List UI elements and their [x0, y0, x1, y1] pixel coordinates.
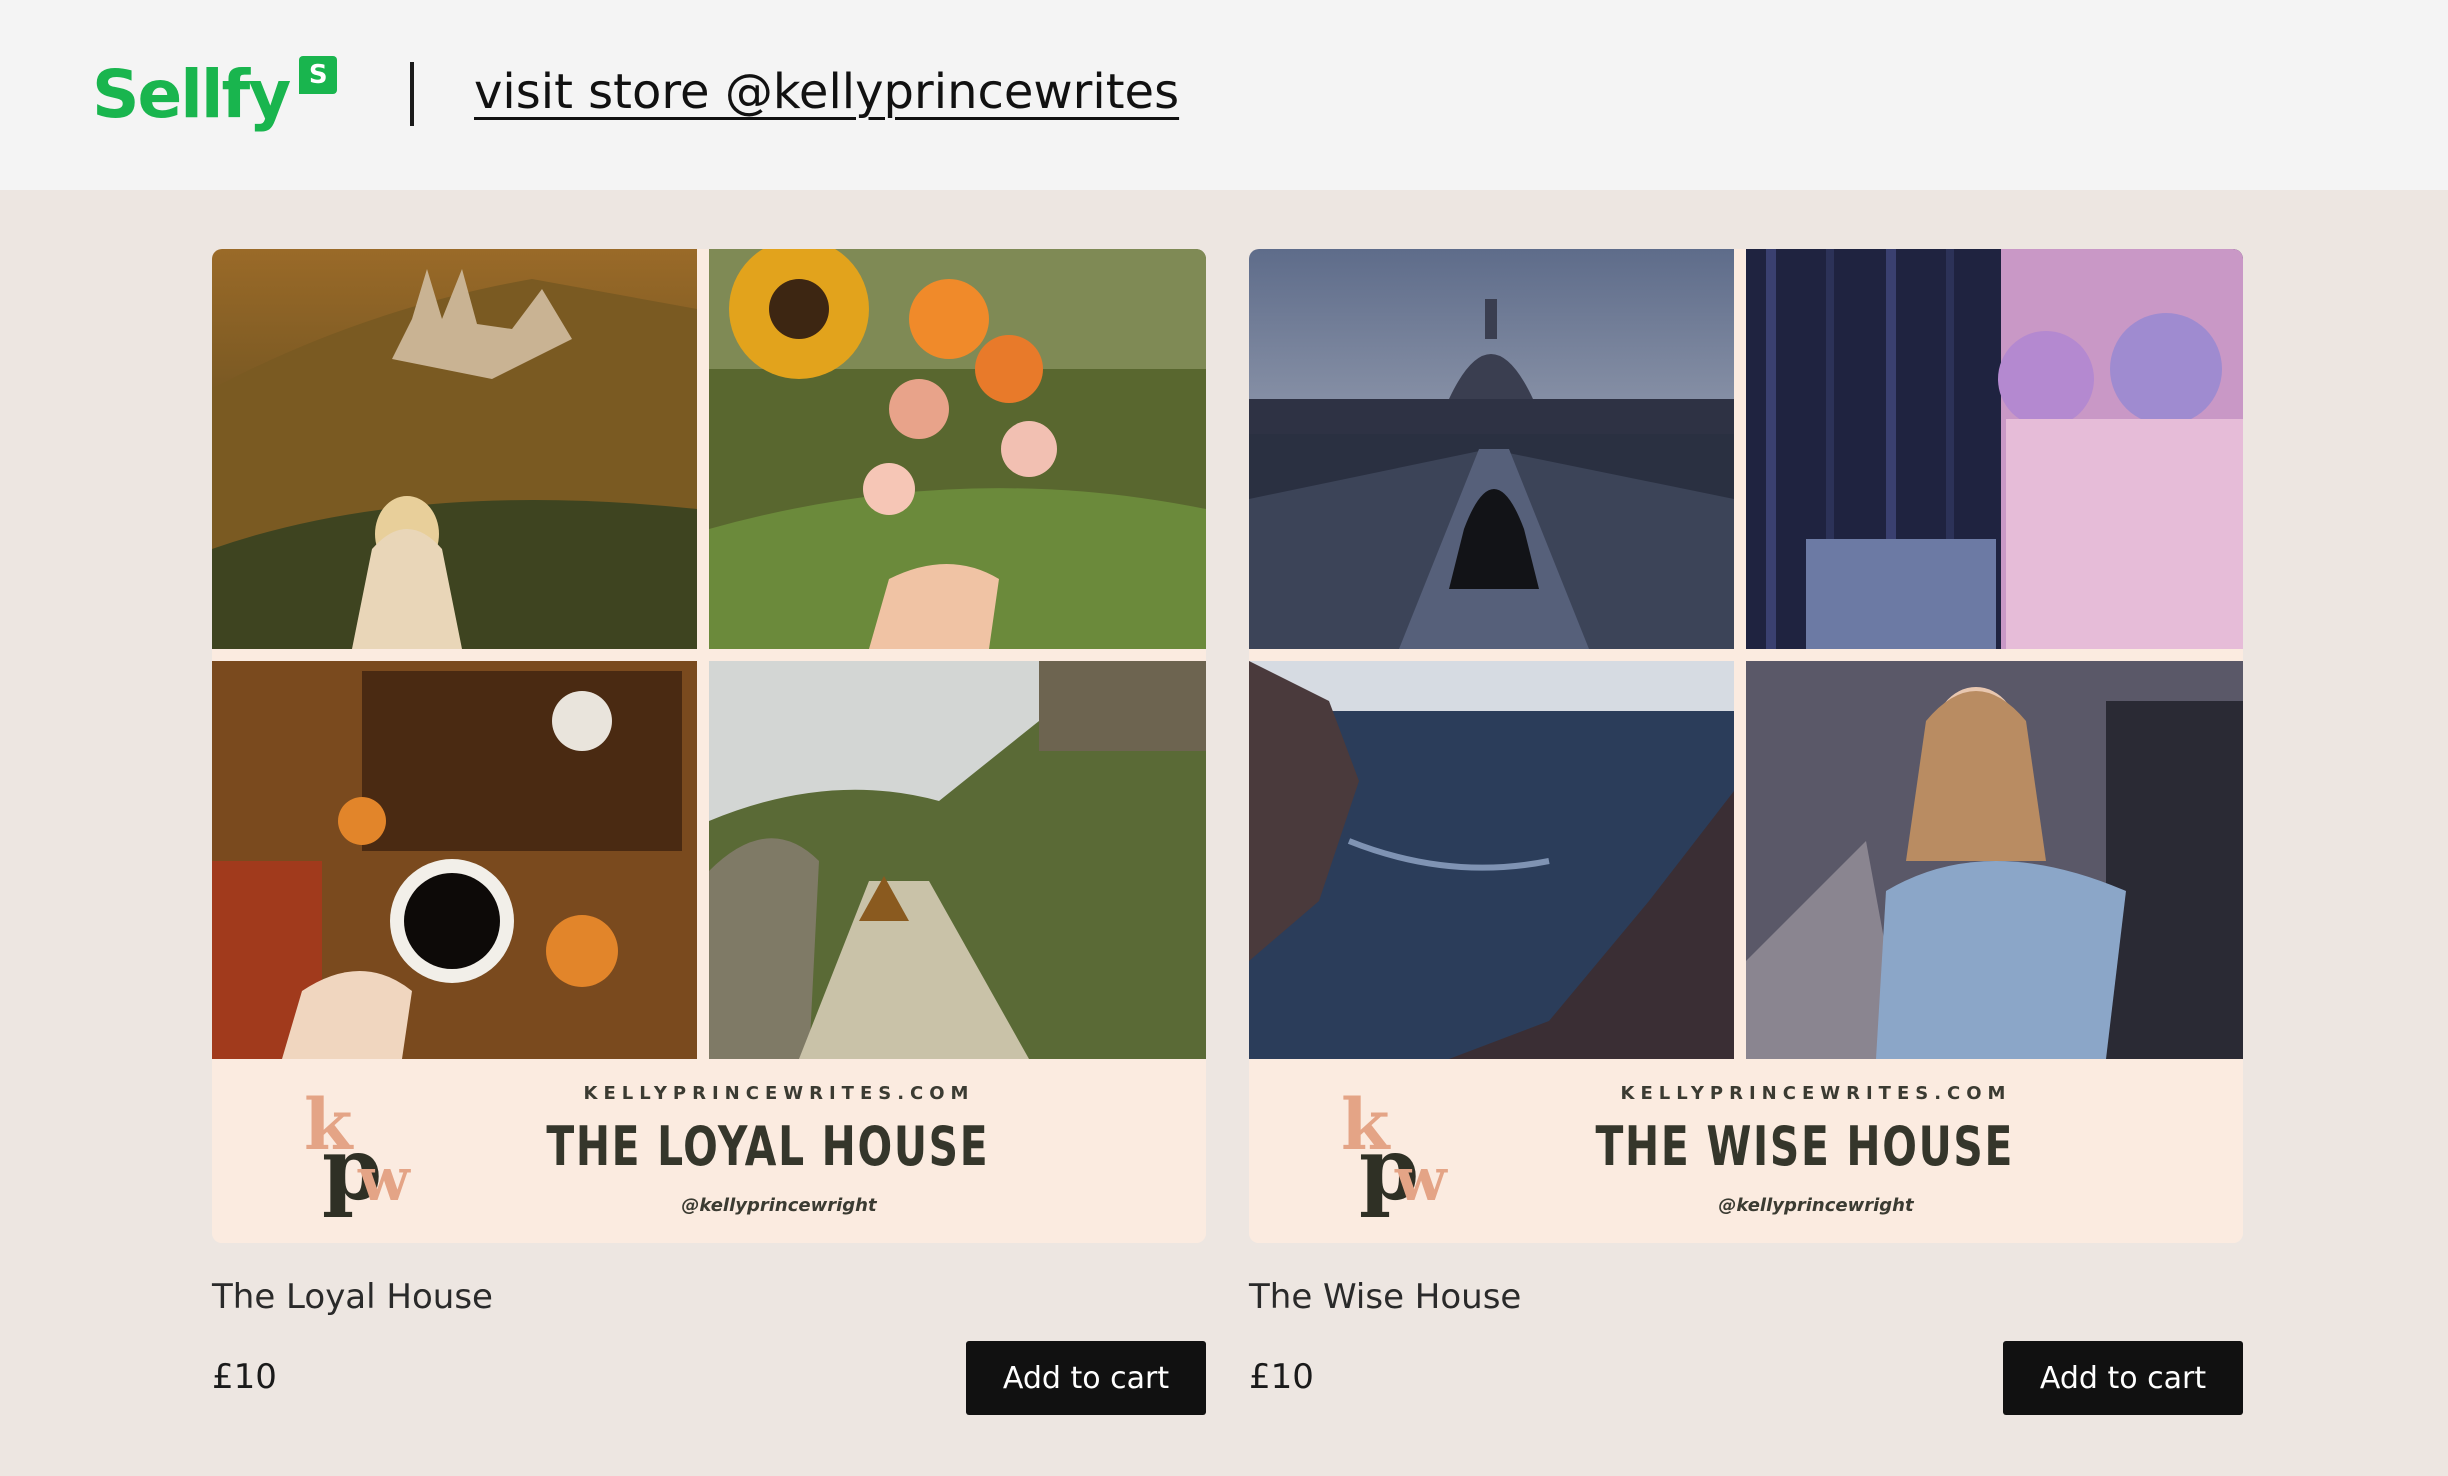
product-name[interactable]: The Loyal House: [212, 1277, 493, 1317]
green-path-photo: [709, 661, 1206, 1059]
product-card-wise-house: k p w KELLYPRINCEWRITES.COM THE WISE HOU…: [1249, 249, 2243, 1415]
cover-banner: k p w KELLYPRINCEWRITES.COM THE WISE HOU…: [1249, 1059, 2243, 1243]
cover-title: THE LOYAL HOUSE: [546, 1115, 990, 1178]
sea-cliffs-photo: [1249, 661, 1734, 1059]
blue-dress-photo: [1746, 661, 2243, 1059]
bridge-dusk-photo: [1249, 249, 1734, 649]
cover-site-url: KELLYPRINCEWRITES.COM: [1620, 1083, 2012, 1104]
sunflower-bouquet-photo: [709, 249, 1206, 649]
product-cover-image[interactable]: k p w KELLYPRINCEWRITES.COM THE LOYAL HO…: [212, 249, 1206, 1243]
sellfy-badge-icon: S: [299, 56, 338, 94]
cover-handle: @kellyprincewright: [1718, 1195, 1914, 1216]
sellfy-logo[interactable]: Sellfy S: [92, 56, 338, 133]
autumn-desk-photo: [212, 661, 697, 1059]
castle-hill-photo: [212, 249, 697, 649]
visit-store-link[interactable]: visit store @kellyprincewrites: [474, 64, 1179, 120]
cover-handle: @kellyprincewright: [681, 1195, 877, 1216]
sellfy-logo-text: Sellfy: [92, 56, 291, 133]
cover-photo-collage: [1249, 249, 2243, 1059]
product-price: £10: [212, 1357, 277, 1397]
cover-banner: k p w KELLYPRINCEWRITES.COM THE LOYAL HO…: [212, 1059, 1206, 1243]
cover-photo-collage: [212, 249, 1206, 1059]
header-divider: [410, 62, 414, 126]
add-to-cart-button[interactable]: Add to cart: [966, 1341, 1206, 1415]
product-name[interactable]: The Wise House: [1249, 1277, 1521, 1317]
cover-title: THE WISE HOUSE: [1595, 1115, 2015, 1178]
cover-site-url: KELLYPRINCEWRITES.COM: [583, 1083, 975, 1104]
product-card-loyal-house: k p w KELLYPRINCEWRITES.COM THE LOYAL HO…: [212, 249, 1206, 1415]
add-to-cart-button[interactable]: Add to cart: [2003, 1341, 2243, 1415]
crystal-towers-photo: [1746, 249, 2243, 649]
product-cover-image[interactable]: k p w KELLYPRINCEWRITES.COM THE WISE HOU…: [1249, 249, 2243, 1243]
top-header: Sellfy S visit store @kellyprincewrites: [0, 0, 2448, 190]
product-price: £10: [1249, 1357, 1314, 1397]
